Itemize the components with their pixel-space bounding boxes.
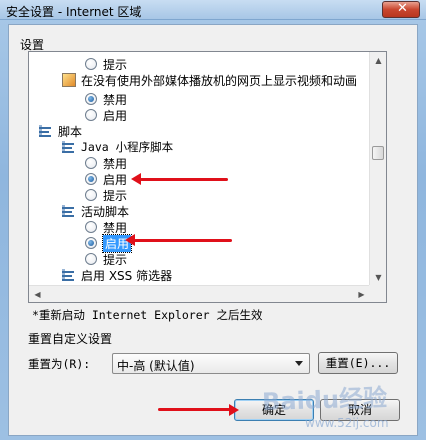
- radio-button[interactable]: [85, 93, 97, 105]
- radio-button[interactable]: [85, 109, 97, 121]
- script-settings-icon: [62, 205, 76, 217]
- subsection-active-scripting[interactable]: 活动脚本: [62, 203, 129, 219]
- script-settings-icon: [62, 141, 76, 153]
- media-player-icon: [62, 73, 76, 87]
- radio-button[interactable]: [85, 58, 97, 70]
- subsection-xss-filter[interactable]: 启用 XSS 筛选器: [62, 267, 172, 283]
- subsection-label: 活动脚本: [81, 204, 130, 219]
- setting-media-playback[interactable]: 在没有使用外部媒体播放机的网页上显示视频和动画: [62, 72, 357, 88]
- radio-button[interactable]: [85, 253, 97, 265]
- script-settings-icon: [39, 125, 53, 137]
- option-label: 禁用: [103, 220, 128, 235]
- annotation-arrow-java-enable: [131, 173, 228, 185]
- annotation-arrow-active-enable: [125, 234, 232, 246]
- radio-button[interactable]: [85, 189, 97, 201]
- restart-note: *重新启动 Internet Explorer 之后生效: [32, 307, 262, 323]
- option-label: 提示: [103, 57, 128, 72]
- settings-tree-content: 提示 在没有使用外部媒体播放机的网页上显示视频和动画 禁用 启用 脚本 Java…: [29, 52, 370, 286]
- option-enable-java[interactable]: 启用: [85, 171, 127, 187]
- option-prompt-java[interactable]: 提示: [85, 187, 127, 203]
- option-prompt-media[interactable]: 提示: [85, 56, 127, 72]
- annotation-arrow-ok: [158, 408, 230, 411]
- scrollbar-thumb[interactable]: [372, 146, 384, 160]
- scroll-right-icon[interactable]: ▶: [353, 286, 370, 302]
- restart-note-text: *重新启动 Internet Explorer 之后生效: [32, 308, 263, 322]
- reset-row: 重置为(R): 中-高 (默认值) 重置(E)...: [28, 352, 404, 374]
- subsection-label: 启用 XSS 筛选器: [81, 268, 173, 283]
- option-disable-active-scripting[interactable]: 禁用: [85, 219, 127, 235]
- scroll-up-icon[interactable]: ▲: [370, 52, 386, 69]
- option-disable-media[interactable]: 禁用: [85, 91, 127, 107]
- radio-button[interactable]: [85, 157, 97, 169]
- option-prompt-active-scripting[interactable]: 提示: [85, 251, 127, 267]
- reset-button-label: 重置(E)...: [325, 356, 391, 370]
- scroll-left-icon[interactable]: ◀: [29, 286, 46, 302]
- setting-label: 在没有使用外部媒体播放机的网页上显示视频和动画: [81, 73, 358, 88]
- window-title: 安全设置 - Internet 区域: [6, 5, 142, 19]
- script-settings-icon: [62, 269, 76, 281]
- close-button[interactable]: ✕: [382, 1, 420, 18]
- watermark-logo: Baidu经验: [261, 383, 388, 417]
- vertical-scrollbar[interactable]: ▲ ▼: [369, 52, 386, 286]
- scrollbar-corner: [369, 285, 386, 302]
- option-label: 提示: [103, 252, 128, 267]
- reset-group-title: 重置自定义设置: [28, 332, 113, 346]
- reset-button[interactable]: 重置(E)...: [318, 352, 398, 374]
- subsection-java-applet-scripting[interactable]: Java 小程序脚本: [62, 139, 173, 155]
- option-enable-media[interactable]: 启用: [85, 107, 127, 123]
- reset-to-label: 重置为(R):: [28, 356, 90, 372]
- section-label: 脚本: [58, 124, 83, 139]
- title-bar: 安全设置 - Internet 区域 ✕: [0, 0, 426, 20]
- option-label: 禁用: [103, 156, 128, 171]
- radio-button[interactable]: [85, 221, 97, 233]
- settings-tree[interactable]: 提示 在没有使用外部媒体播放机的网页上显示视频和动画 禁用 启用 脚本 Java…: [28, 51, 387, 303]
- selected-level: 中-高 (默认值): [117, 359, 195, 373]
- option-label: 禁用: [103, 92, 128, 107]
- reset-to-label-text: 重置为(R):: [28, 357, 91, 371]
- scroll-down-icon[interactable]: ▼: [370, 269, 386, 286]
- option-label: 启用: [103, 108, 128, 123]
- horizontal-scrollbar[interactable]: ◀ ▶: [29, 285, 370, 302]
- radio-button[interactable]: [85, 237, 97, 249]
- close-icon: ✕: [397, 1, 408, 16]
- option-label: 提示: [103, 188, 128, 203]
- radio-button[interactable]: [85, 173, 97, 185]
- subsection-label: Java 小程序脚本: [81, 140, 174, 154]
- option-label: 启用: [103, 172, 128, 187]
- watermark-url: www.52ij.com: [305, 416, 389, 430]
- option-disable-java[interactable]: 禁用: [85, 155, 127, 171]
- reset-level-select[interactable]: 中-高 (默认值): [112, 353, 310, 374]
- section-scripting[interactable]: 脚本: [39, 123, 82, 139]
- chevron-down-icon: [295, 361, 303, 366]
